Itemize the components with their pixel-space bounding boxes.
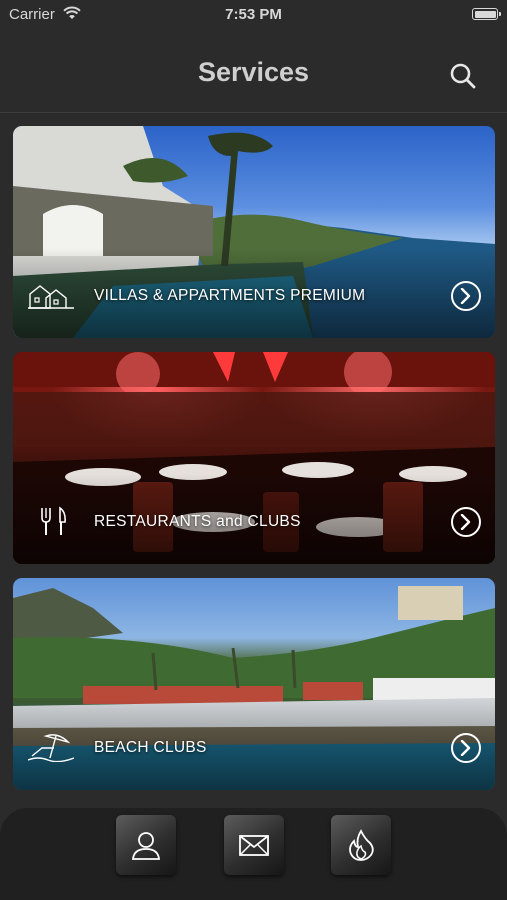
tab-messages[interactable] bbox=[224, 815, 284, 875]
service-card-villas[interactable]: VILLAS & APPARTMENTS PREMIUM bbox=[13, 126, 495, 338]
battery-icon bbox=[472, 8, 501, 20]
tab-profile[interactable] bbox=[116, 815, 176, 875]
service-card-restaurants[interactable]: RESTAURANTS and CLUBS bbox=[13, 352, 495, 564]
page-title: Services bbox=[197, 57, 310, 87]
navigation-bar: Services bbox=[0, 30, 507, 113]
tab-bar bbox=[0, 808, 507, 900]
service-label: BEACH CLUBS bbox=[94, 739, 207, 756]
chevron-right-icon[interactable] bbox=[451, 281, 481, 311]
clock: 7:53 PM bbox=[225, 6, 282, 23]
service-label: VILLAS & APPARTMENTS PREMIUM bbox=[94, 287, 366, 304]
status-bar: Carrier 7:53 PM bbox=[0, 0, 507, 30]
service-card-beach-clubs[interactable]: BEACH CLUBS bbox=[13, 578, 495, 790]
service-label: RESTAURANTS and CLUBS bbox=[94, 513, 301, 530]
tab-hot[interactable] bbox=[331, 815, 391, 875]
fork-knife-icon bbox=[28, 506, 74, 536]
house-icon bbox=[28, 280, 74, 310]
beach-icon bbox=[27, 732, 75, 763]
chevron-right-icon[interactable] bbox=[451, 733, 481, 763]
chevron-right-icon[interactable] bbox=[451, 507, 481, 537]
search-icon[interactable] bbox=[449, 62, 477, 90]
